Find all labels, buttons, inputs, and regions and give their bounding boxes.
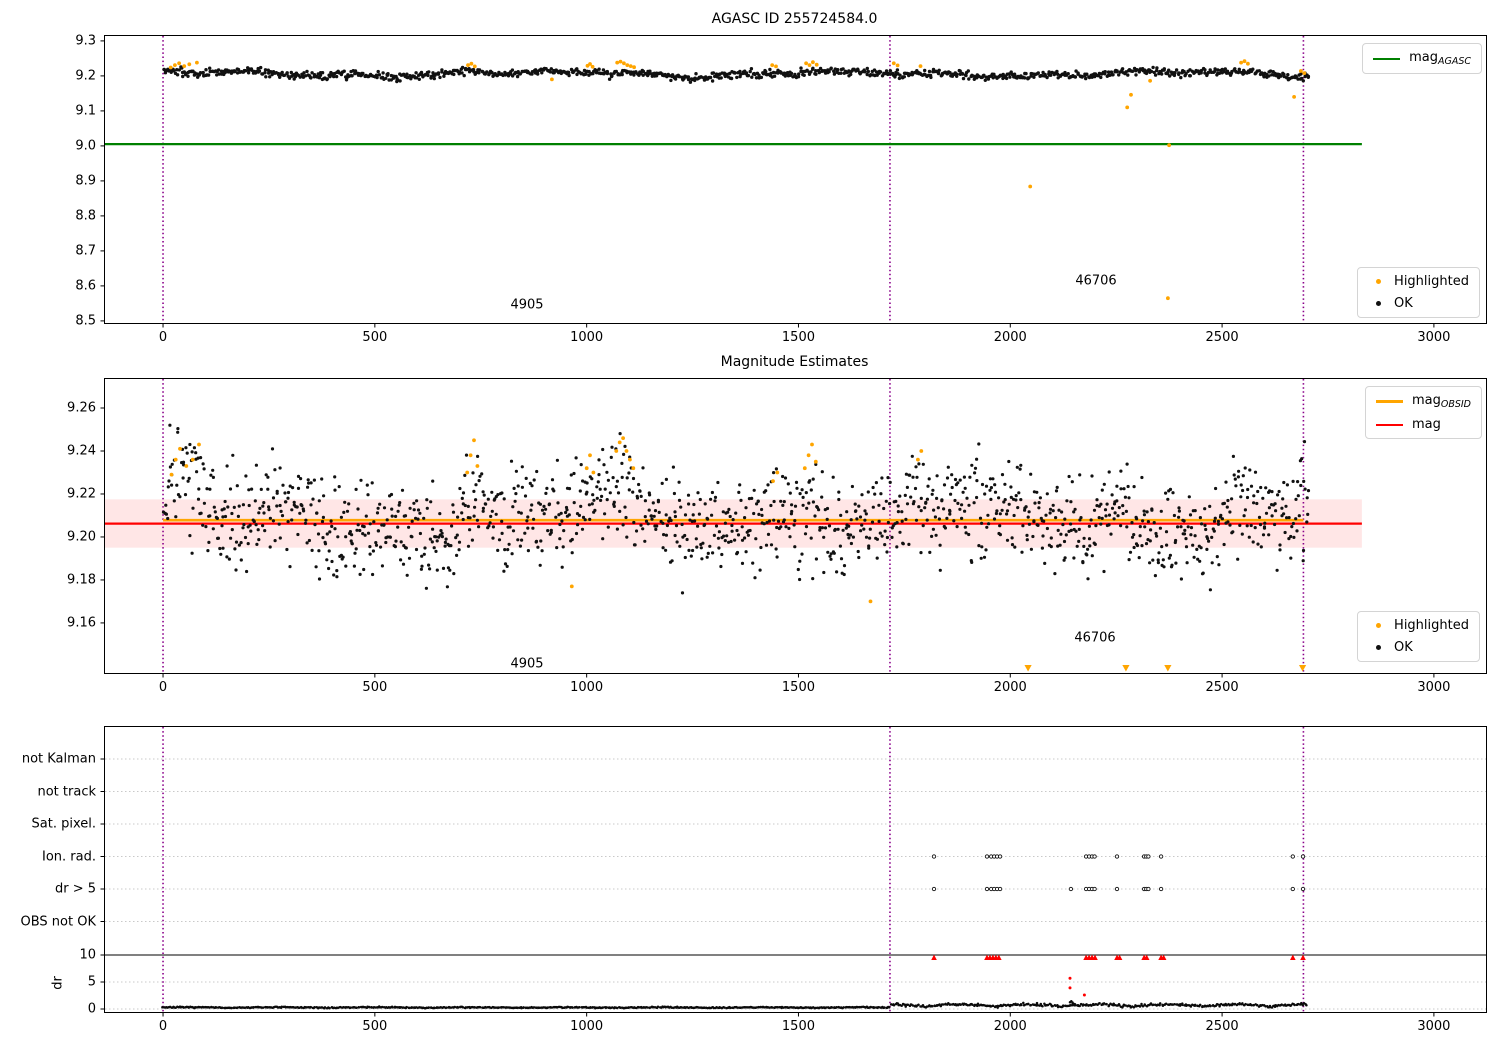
plot2-scatter-legend: Highlighted OK <box>1357 611 1480 662</box>
plot-canvas <box>100 379 1435 678</box>
flag-category-label: Ion. rad. <box>42 849 96 864</box>
annotation-obsid-46706: 46706 <box>1074 630 1116 646</box>
plot1-scatter-legend: Highlighted OK <box>1357 267 1480 318</box>
y-tick-label: 8.9 <box>75 173 96 189</box>
plot2-title: Magnitude Estimates <box>720 354 869 370</box>
x-tick-label: 2500 <box>1205 680 1239 695</box>
dr-clipped-red-markers <box>931 954 1306 997</box>
flag-category-label: not Kalman <box>21 751 96 767</box>
x-tick-label: 1000 <box>570 680 604 695</box>
x-tick-label: 1000 <box>570 330 604 345</box>
red-line-swatch <box>1375 423 1403 426</box>
black-dot-icon <box>1376 645 1382 650</box>
legend-label-highlighted: Highlighted <box>1394 618 1469 633</box>
legend-row-highlighted: Highlighted <box>1368 618 1469 633</box>
x-tick-label: 1500 <box>781 680 815 695</box>
black-dot-icon <box>1376 301 1382 306</box>
highlighted-points <box>168 59 1307 301</box>
x-tick-label: 2000 <box>993 680 1027 695</box>
y-tick-label: 9.22 <box>67 486 96 502</box>
legend-label-ok: OK <box>1394 640 1413 655</box>
legend-row-highlighted: Highlighted <box>1368 274 1469 289</box>
legend-row-mag: mag <box>1375 417 1471 432</box>
x-tick-label: 3000 <box>1417 1019 1451 1034</box>
clipped-low-triangles <box>1024 665 1307 672</box>
y-tick-label: 9.16 <box>67 615 96 631</box>
orange-dot-icon <box>1376 623 1382 628</box>
orange-dot-icon <box>1376 279 1382 284</box>
x-tick-label: 0 <box>158 330 168 345</box>
green-line-swatch <box>1373 57 1401 60</box>
y-tick-label: 9.2 <box>75 68 96 84</box>
flag-category-label: OBS not OK <box>20 914 97 929</box>
plot2-axes: 4905 46706 magOBSID mag Highlighted OK 0… <box>67 378 1487 695</box>
x-tick-label: 500 <box>362 1019 388 1034</box>
dr-axis-label: dr <box>50 976 66 990</box>
legend-label-mag: mag <box>1411 417 1441 432</box>
annotation-obsid-46706: 46706 <box>1075 273 1117 289</box>
plot1-axes: 4905 46706 magAGASC Highlighted OK 0 500 1… <box>75 33 1487 345</box>
x-tick-label: 2500 <box>1205 330 1239 345</box>
dr-tick-label: 0 <box>87 1001 96 1017</box>
x-tick-label: 500 <box>362 330 388 345</box>
dr-tick-label: 5 <box>87 974 96 990</box>
legend-label-highlighted: Highlighted <box>1394 274 1469 289</box>
flag-category-label: dr > 5 <box>54 881 96 897</box>
plot1-title: AGASC ID 255724584.0 <box>711 11 878 27</box>
flag-category-label: Sat. pixel. <box>31 816 96 832</box>
y-tick-label: 9.26 <box>67 400 96 416</box>
y-tick-label: 8.6 <box>75 278 96 294</box>
y-tick-label: 9.3 <box>75 33 96 49</box>
legend-label-mag-obsid: magOBSID <box>1411 393 1471 410</box>
x-tick-label: 1500 <box>781 1019 815 1034</box>
y-tick-label: 8.5 <box>75 313 96 329</box>
y-tick-label: 9.20 <box>67 529 96 545</box>
x-tick-label: 500 <box>362 680 388 695</box>
y-tick-label: 9.0 <box>75 138 96 154</box>
x-tick-label: 3000 <box>1417 680 1451 695</box>
legend-row-mag-obsid: magOBSID <box>1375 393 1471 410</box>
plot1-line-legend: magAGASC <box>1362 43 1482 74</box>
y-tick-label: 9.24 <box>67 443 96 459</box>
x-tick-label: 0 <box>158 680 168 695</box>
legend-label-mag-agasc: magAGASC <box>1409 50 1471 67</box>
y-tick-label: 8.8 <box>75 208 96 224</box>
x-tick-label: 1500 <box>781 330 815 345</box>
y-tick-label: 9.18 <box>67 572 96 588</box>
plot3-axes: dr 0 500 1000 1500 2000 2500 3000 not Kalman not… <box>21 726 1487 1034</box>
dr-trace-points <box>161 999 1308 1010</box>
plot-canvas <box>100 36 1435 328</box>
annotation-obsid-4905: 4905 <box>510 656 544 672</box>
y-tick-label: 9.1 <box>75 103 96 119</box>
legend-row-mag-agasc: magAGASC <box>1373 50 1471 67</box>
dr-tick-label: 10 <box>79 947 96 963</box>
plot2-line-legend: magOBSID mag <box>1364 386 1482 439</box>
dr-gt5-flag-points <box>931 886 1306 892</box>
x-tick-label: 2000 <box>993 330 1027 345</box>
flag-category-label: not track <box>37 784 96 799</box>
legend-row-ok: OK <box>1368 640 1469 655</box>
x-tick-label: 0 <box>158 1019 168 1034</box>
legend-row-ok: OK <box>1368 296 1469 311</box>
orange-line-swatch <box>1375 400 1403 403</box>
x-tick-label: 1000 <box>570 1019 604 1034</box>
x-tick-label: 2000 <box>993 1019 1027 1034</box>
x-tick-label: 2500 <box>1205 1019 1239 1034</box>
ion-rad-flag-points <box>931 854 1306 859</box>
y-tick-label: 8.7 <box>75 243 96 259</box>
plot-canvas <box>100 727 1486 1017</box>
annotation-obsid-4905: 4905 <box>510 297 544 313</box>
x-tick-label: 3000 <box>1417 330 1451 345</box>
legend-label-ok: OK <box>1394 296 1413 311</box>
figure: AGASC ID 255724584.0 4905 46706 magAGASC… <box>0 0 1500 1050</box>
ok-points <box>162 65 1311 84</box>
